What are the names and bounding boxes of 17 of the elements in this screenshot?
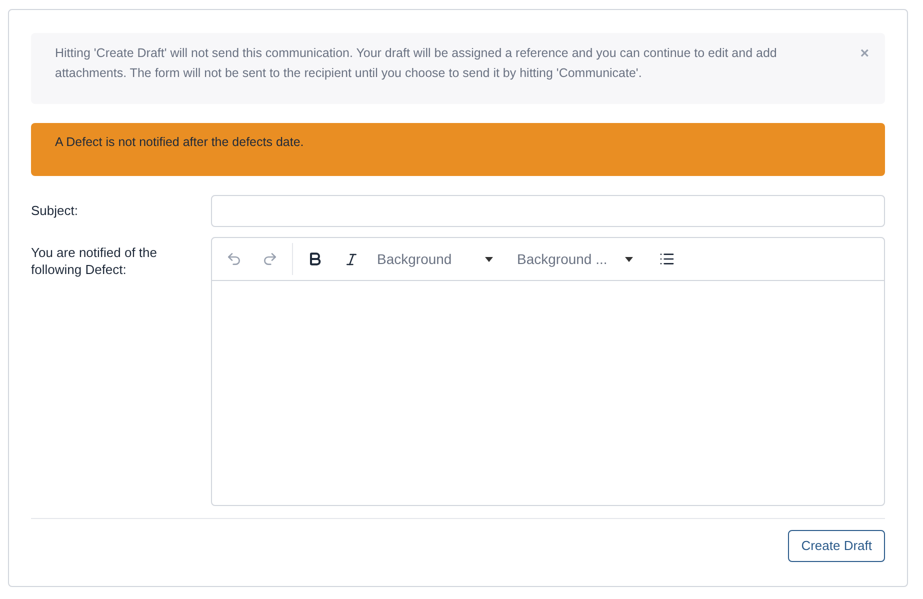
italic-icon (344, 252, 358, 266)
info-message: Hitting 'Create Draft' will not send this communication. Your draft will be assigned a reference and you can continue to edit and add attachments. The form will not be sent to the recipient until you choose to send it by hitting 'Communicate'. (55, 45, 778, 82)
rich-text-editor[interactable]: Background Background ... (211, 237, 885, 506)
background-dropdown[interactable]: Background ... (509, 243, 641, 275)
close-button[interactable]: × (860, 45, 869, 61)
caret-icon (625, 256, 633, 262)
body-label: You are notified of the following Defect: (31, 244, 158, 279)
subject-field[interactable] (211, 195, 885, 227)
background-dropdown[interactable]: Background (369, 243, 501, 275)
subject-label: Subject: (31, 202, 79, 220)
create-draft-button[interactable]: Create Draft (788, 530, 885, 562)
warning-message: A Defect is not notified after the defects date. (55, 134, 305, 151)
bold-icon (307, 251, 323, 267)
caret-icon (485, 256, 493, 262)
redo-icon (262, 251, 278, 267)
undo-icon (226, 251, 242, 267)
bullet-list-icon (659, 251, 675, 267)
